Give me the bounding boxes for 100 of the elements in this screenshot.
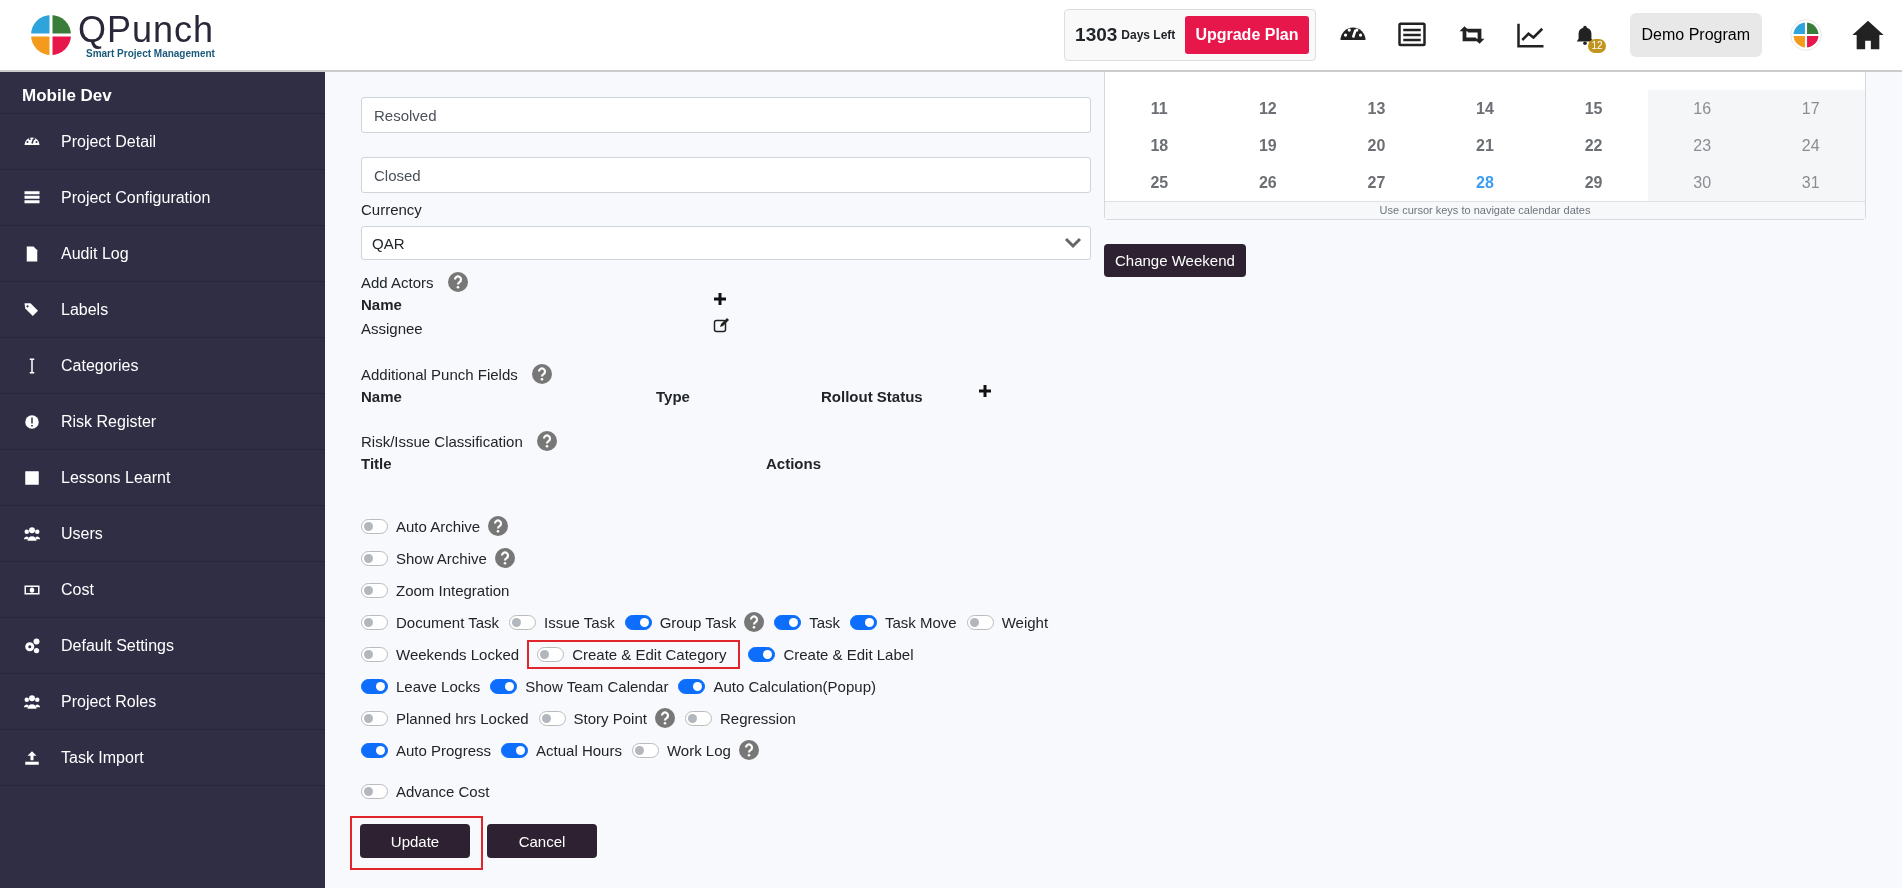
calendar-day[interactable]: 27 (1322, 164, 1431, 201)
home-icon[interactable] (1850, 18, 1886, 52)
status-field[interactable]: Resolved (361, 97, 1091, 133)
calendar-day[interactable]: 18 (1105, 127, 1214, 164)
toggle-switch[interactable] (684, 710, 712, 726)
section-title: Add Actors (361, 273, 434, 291)
help-icon[interactable] (744, 612, 765, 632)
sidebar-item[interactable]: Project Detail (0, 114, 325, 170)
toggle-label: Regression (719, 709, 796, 727)
table-cell-text: Assignee (361, 319, 424, 339)
toggle-switch[interactable] (501, 742, 529, 758)
currency-select[interactable]: QAR (361, 226, 1091, 260)
toggle-switch[interactable] (748, 646, 776, 662)
change-weekend-button[interactable]: Change Weekend (1104, 244, 1246, 277)
plus-icon[interactable] (978, 384, 992, 398)
calendar-day[interactable]: 25 (1105, 164, 1214, 201)
users-icon (23, 524, 41, 543)
field-label: Currency (361, 201, 423, 218)
column-header: Title (361, 454, 393, 474)
calendar-day[interactable]: 22 (1539, 127, 1648, 164)
help-icon[interactable] (488, 516, 509, 536)
program-button[interactable]: Demo Program (1629, 13, 1762, 57)
help-icon[interactable] (654, 708, 675, 728)
toggle-switch[interactable] (624, 614, 652, 630)
calendar-day[interactable]: 23 (1647, 127, 1757, 164)
toggle-label: Auto Progress (396, 741, 492, 759)
calendar-day[interactable]: 11 (1105, 90, 1214, 127)
help-icon[interactable] (738, 740, 759, 760)
toggle-switch[interactable] (490, 678, 518, 694)
calendar-day[interactable]: 17 (1756, 90, 1865, 127)
calendar-day[interactable]: 21 (1430, 127, 1540, 164)
toggle-switch[interactable] (361, 614, 388, 630)
help-icon[interactable] (531, 364, 552, 384)
plus-icon[interactable] (713, 292, 727, 306)
sidebar-item[interactable]: Lessons Learnt (0, 450, 325, 506)
sidebar-item[interactable]: Audit Log (0, 226, 325, 282)
calendar-hint: Use cursor keys to navigate calendar dates (1105, 201, 1865, 219)
toggle-switch[interactable] (361, 550, 388, 566)
sidebar-item[interactable]: Risk Register (0, 394, 325, 450)
exclamation-icon (23, 412, 41, 431)
calendar-day[interactable]: 12 (1213, 90, 1323, 127)
status-field[interactable]: Closed (361, 157, 1091, 193)
toggle-label: Auto Archive (396, 517, 481, 535)
toggle-switch[interactable] (631, 742, 659, 758)
toggle-label: Create & Edit Category (572, 645, 727, 663)
toggle-switch[interactable] (509, 614, 537, 630)
sidebar-item[interactable]: Project Configuration (0, 170, 325, 226)
cancel-button[interactable]: Cancel (487, 824, 597, 858)
edit-icon[interactable] (713, 317, 729, 333)
toggle-switch[interactable] (774, 614, 802, 630)
toggle-switch[interactable] (361, 783, 388, 799)
toggle-switch[interactable] (361, 742, 388, 758)
toggle-switch[interactable] (361, 678, 388, 694)
toggle-switch[interactable] (361, 518, 388, 534)
toggle-switch[interactable] (361, 582, 388, 598)
toggle-label: Task (809, 613, 840, 631)
toggle-switch[interactable] (678, 678, 706, 694)
calendar-day[interactable]: 20 (1322, 127, 1431, 164)
update-button[interactable]: Update (360, 824, 470, 858)
sidebar-item[interactable]: Cost (0, 562, 325, 618)
help-icon[interactable] (494, 548, 515, 568)
help-icon[interactable] (536, 431, 557, 451)
toggle-switch[interactable] (537, 646, 565, 662)
sidebar-item[interactable]: Default Settings (0, 618, 325, 674)
notification-badge: 12 (1588, 39, 1606, 53)
sidebar-item[interactable]: Users (0, 506, 325, 562)
column-header: Name (361, 295, 403, 315)
calendar-day[interactable]: 26 (1213, 164, 1323, 201)
sidebar-item[interactable]: Project Roles (0, 674, 325, 730)
upgrade-button[interactable]: Upgrade Plan (1185, 16, 1309, 54)
toggle-switch[interactable] (850, 614, 877, 630)
toggle-label: Document Task (396, 613, 500, 631)
calendar-day[interactable]: 15 (1539, 90, 1648, 127)
calendar-day[interactable]: 29 (1539, 164, 1648, 201)
sidebar-item[interactable]: Labels (0, 282, 325, 338)
logo-icon[interactable] (1790, 19, 1822, 51)
toggle-switch[interactable] (966, 614, 994, 630)
toggle-switch[interactable] (361, 646, 388, 662)
toggle-label: Show Archive (396, 549, 487, 567)
help-icon[interactable] (447, 272, 468, 292)
calendar-day[interactable]: 14 (1430, 90, 1540, 127)
sidebar-item[interactable]: Categories (0, 338, 325, 394)
sidebar-item[interactable]: Task Import (0, 730, 325, 786)
calendar-day[interactable]: 13 (1322, 90, 1431, 127)
calendar-day[interactable]: 30 (1647, 164, 1757, 201)
toggle-label: Group Task (659, 613, 737, 631)
toggle-label: Show Team Calendar (525, 677, 669, 695)
column-header: Rollout Status (821, 387, 924, 407)
toggle-label: Task Move (885, 613, 957, 631)
calendar-day[interactable]: 31 (1756, 164, 1865, 201)
calendar-day[interactable]: 16 (1647, 90, 1757, 127)
calendar-day[interactable]: 24 (1756, 127, 1865, 164)
section-title: Risk/Issue Classification (361, 432, 523, 450)
toggle-label: Actual Hours (536, 741, 622, 759)
toggle-switch[interactable] (361, 710, 388, 726)
calendar-day[interactable]: 28 (1430, 164, 1540, 201)
calendar-day[interactable]: 19 (1213, 127, 1323, 164)
toggle-label: Advance Cost (396, 782, 490, 800)
toggle-label: Zoom Integration (396, 581, 510, 599)
toggle-switch[interactable] (538, 710, 566, 726)
